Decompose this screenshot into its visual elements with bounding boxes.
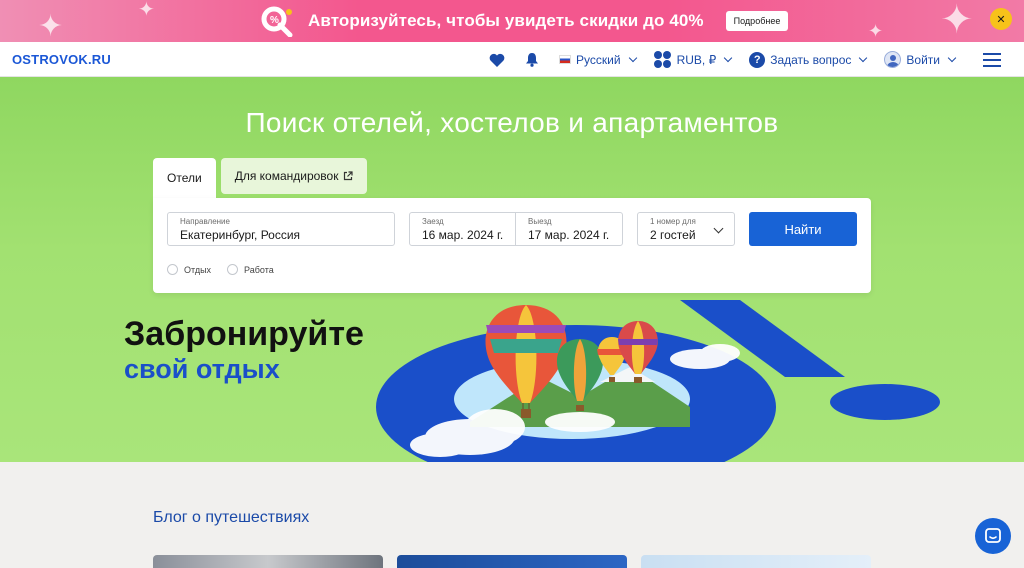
top-navigation: OSTROVOK.RU Русский RUB, ₽ ? Задать вопр…	[0, 42, 1024, 77]
guests-field[interactable]: 1 номер для 2 гостей	[637, 212, 735, 246]
blog-section-title: Блог о путешествиях	[153, 509, 310, 526]
chat-button[interactable]	[975, 518, 1011, 554]
tab-business-trips[interactable]: Для командировок	[220, 158, 368, 194]
promo-details-button[interactable]: Подробнее	[725, 11, 789, 31]
blog-card[interactable]	[397, 555, 627, 568]
blog-card[interactable]	[153, 555, 383, 568]
checkin-field[interactable]: Заезд 16 мар. 2024 г.	[409, 212, 517, 246]
checkout-value: 17 мар. 2024 г.	[528, 228, 610, 242]
trip-type-leisure-label: Отдых	[184, 264, 212, 275]
favorites-button[interactable]	[489, 53, 505, 67]
sparkle-icon: ✦	[868, 21, 884, 41]
help-label: Задать вопрос	[770, 52, 852, 67]
destination-label: Направление	[180, 217, 230, 226]
notifications-button[interactable]	[525, 52, 539, 67]
search-form: Направление Екатеринбург, Россия Заезд 1…	[153, 198, 871, 293]
checkout-field[interactable]: Выезд 17 мар. 2024 г.	[515, 212, 623, 246]
sparkle-icon: ✦	[138, 0, 155, 21]
menu-icon[interactable]	[983, 52, 1001, 67]
help-icon: ?	[749, 51, 766, 68]
login-button[interactable]: Войти	[884, 51, 957, 68]
hero-headline: Забронируйте свой отдых	[124, 315, 364, 385]
hero-section: Поиск отелей, хостелов и апартаментов От…	[0, 77, 1024, 462]
guests-label: 1 номер для	[650, 217, 696, 226]
destination-value: Екатеринбург, Россия	[180, 228, 301, 242]
search-button[interactable]: Найти	[749, 212, 857, 246]
destination-field[interactable]: Направление Екатеринбург, Россия	[167, 212, 395, 246]
headline-line-2: свой отдых	[124, 354, 280, 385]
radio-icon	[227, 264, 239, 275]
trip-type-work-label: Работа	[244, 264, 274, 275]
bell-icon	[526, 53, 539, 67]
search-tabs: Отели Для командировок	[153, 158, 368, 198]
currency-label: RUB, ₽	[676, 52, 717, 67]
external-link-icon	[344, 171, 354, 181]
svg-text:%: %	[270, 15, 279, 26]
heart-icon	[489, 53, 505, 67]
hero-title: Поиск отелей, хостелов и апартаментов	[245, 107, 779, 138]
promo-text: Авторизуйтесь, чтобы увидеть скидки до 4…	[308, 11, 704, 30]
help-button[interactable]: ? Задать вопрос	[749, 51, 868, 68]
chevron-down-icon	[859, 53, 868, 63]
tab-business-label: Для командировок	[234, 169, 339, 183]
currency-icon	[653, 50, 672, 69]
guests-value: 2 гостей	[650, 228, 696, 242]
language-label: Русский	[576, 52, 621, 67]
blog-card[interactable]	[641, 555, 871, 568]
trip-type-work[interactable]: Работа	[227, 264, 274, 275]
chat-icon	[985, 528, 1001, 543]
checkin-label: Заезд	[422, 217, 444, 226]
login-label: Войти	[906, 52, 940, 67]
trip-type-options: Отдых Работа	[167, 264, 274, 275]
promo-banner: ✦ ✦ ✦ ✦ % Авторизуйтесь, чтобы увидеть с…	[0, 0, 1024, 42]
chevron-down-icon	[723, 53, 733, 63]
site-logo[interactable]: OSTROVOK.RU	[12, 52, 111, 67]
currency-selector[interactable]: RUB, ₽	[653, 50, 733, 69]
trip-type-leisure[interactable]: Отдых	[167, 264, 211, 275]
close-icon[interactable]: ✕	[990, 8, 1012, 30]
headline-line-1: Забронируйте	[124, 315, 364, 353]
sparkle-icon: ✦	[940, 0, 974, 42]
sparkle-icon: ✦	[38, 10, 64, 42]
flag-ru-icon	[559, 55, 572, 64]
discount-logo-icon: %	[260, 5, 294, 38]
radio-icon	[167, 264, 178, 275]
checkin-value: 16 мар. 2024 г.	[422, 228, 504, 242]
checkout-label: Выезд	[528, 217, 552, 226]
chevron-down-icon	[947, 53, 957, 63]
language-selector[interactable]: Русский	[559, 52, 637, 67]
user-icon	[884, 51, 902, 68]
chevron-down-icon	[628, 53, 637, 63]
tab-hotels[interactable]: Отели	[153, 158, 216, 198]
